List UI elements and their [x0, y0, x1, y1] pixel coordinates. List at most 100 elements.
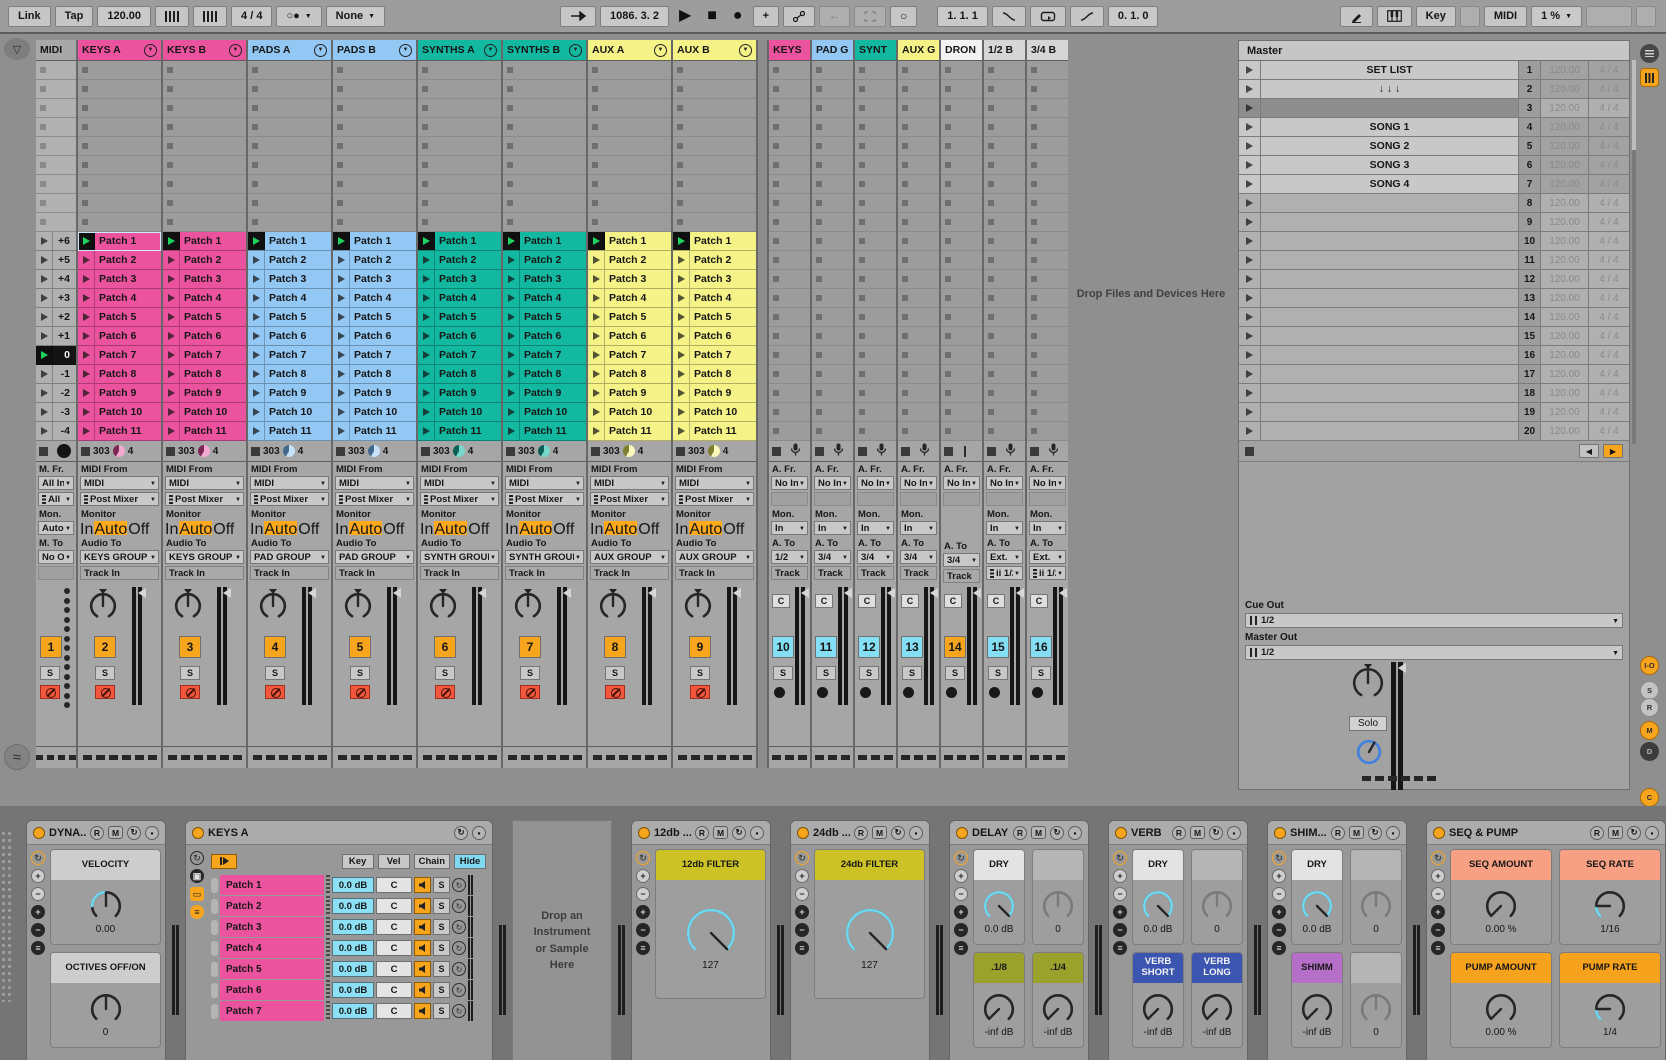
chain-solo-button[interactable]: S: [433, 898, 450, 914]
chain-row[interactable]: Patch 50.0 dBCS↻: [211, 959, 486, 979]
hot-swap-icon[interactable]: ↻: [452, 941, 466, 955]
routing-select[interactable]: AUX GROUP▼: [675, 550, 754, 564]
rack-key-button[interactable]: Key: [342, 854, 374, 869]
track-number[interactable]: 12: [858, 636, 880, 658]
scene-launch-button[interactable]: [1239, 327, 1261, 345]
chain-row[interactable]: Patch 70.0 dBCS↻: [211, 1001, 486, 1021]
monitor-option-in[interactable]: In: [420, 521, 433, 535]
empty-clip-slot[interactable]: [812, 365, 853, 384]
routing-select[interactable]: MIDI▼: [250, 476, 329, 490]
solo-button[interactable]: S: [773, 666, 793, 680]
peak-indicator-icon[interactable]: [223, 588, 231, 598]
clip-launch-button[interactable]: [36, 365, 53, 383]
routing-select[interactable]: In▼: [1029, 521, 1066, 535]
empty-clip-slot[interactable]: [855, 61, 896, 80]
peak-indicator-icon[interactable]: [1059, 588, 1067, 598]
clip-launch-button[interactable]: [36, 327, 53, 345]
solo-button[interactable]: Solo: [1349, 716, 1387, 731]
routing-select[interactable]: Ext.▼: [986, 550, 1023, 564]
clip-slot[interactable]: Patch 8: [418, 365, 501, 384]
scene-name[interactable]: [1261, 194, 1519, 212]
device-on-icon[interactable]: [797, 827, 809, 839]
empty-clip-slot[interactable]: [941, 156, 982, 175]
empty-clip-slot[interactable]: [248, 156, 331, 175]
empty-clip-slot[interactable]: [78, 175, 161, 194]
routing-destination[interactable]: Track In: [420, 566, 499, 580]
empty-clip-slot[interactable]: [333, 175, 416, 194]
mixer-toggle-icon[interactable]: [1640, 68, 1659, 87]
macro-knob[interactable]: [685, 907, 737, 959]
expand-macros-icon[interactable]: +: [1113, 869, 1127, 883]
track-number[interactable]: 7: [519, 636, 541, 658]
arm-button[interactable]: [40, 685, 60, 699]
clip-slot[interactable]: Patch 10: [503, 403, 586, 422]
empty-clip-slot[interactable]: [898, 232, 939, 251]
empty-clip-slot[interactable]: [769, 118, 810, 137]
empty-clip-slot[interactable]: [673, 61, 756, 80]
clip-slot[interactable]: Patch 11: [248, 422, 331, 441]
clip-slot[interactable]: Patch 7: [503, 346, 586, 365]
empty-clip-slot[interactable]: [36, 156, 76, 175]
clip-slot[interactable]: Patch 2: [588, 251, 671, 270]
empty-clip-slot[interactable]: [812, 118, 853, 137]
device-on-icon[interactable]: [638, 827, 650, 839]
chain-pan[interactable]: C: [376, 877, 412, 893]
clip-launch-button[interactable]: [36, 422, 53, 440]
clip-launch-button[interactable]: [248, 327, 265, 345]
cue-out-select[interactable]: 1/2▼: [1245, 613, 1623, 628]
device-r-button[interactable]: R: [1172, 826, 1186, 840]
scene-scrollbar[interactable]: [1632, 60, 1636, 444]
empty-clip-slot[interactable]: [984, 61, 1025, 80]
stop-clip-button[interactable]: [421, 447, 430, 456]
routing-destination[interactable]: Track: [814, 566, 851, 580]
track-number[interactable]: 5: [349, 636, 371, 658]
device-on-icon[interactable]: [956, 827, 968, 839]
clip-launch-button[interactable]: [333, 308, 350, 326]
chain-activator[interactable]: [414, 940, 431, 956]
record-button[interactable]: [898, 685, 918, 699]
clip-slot[interactable]: Patch 2: [418, 251, 501, 270]
clip-slot[interactable]: Patch 9: [588, 384, 671, 403]
empty-clip-slot[interactable]: [588, 175, 671, 194]
empty-clip-slot[interactable]: [1027, 403, 1068, 422]
macro-add-icon[interactable]: +: [954, 905, 968, 919]
clip-launch-button[interactable]: [333, 384, 350, 402]
sync-icon[interactable]: ↻: [732, 826, 746, 840]
expand-macros-icon[interactable]: +: [795, 869, 809, 883]
empty-clip-slot[interactable]: [984, 251, 1025, 270]
empty-clip-slot[interactable]: [36, 99, 76, 118]
clip-slot[interactable]: Patch 3: [163, 270, 246, 289]
crossfade-assign-row[interactable]: [248, 747, 331, 768]
device-header[interactable]: VERBRM↻▪: [1109, 821, 1247, 845]
clip-launch-button[interactable]: [503, 384, 520, 402]
clip-slot[interactable]: +6: [36, 232, 76, 251]
empty-clip-slot[interactable]: [248, 99, 331, 118]
routing-select[interactable]: Ext.▼: [1029, 550, 1066, 564]
re-enable-automation-button[interactable]: ←: [819, 6, 850, 27]
clip-slot[interactable]: Patch 5: [78, 308, 161, 327]
solo-button[interactable]: S: [180, 666, 200, 680]
hot-swap-icon[interactable]: ↻: [795, 851, 809, 865]
chain-pan[interactable]: C: [376, 898, 412, 914]
clip-launch-button[interactable]: [163, 403, 180, 421]
peak-indicator-icon[interactable]: [844, 588, 852, 598]
crossfade-assign-row[interactable]: [163, 747, 246, 768]
clip-launch-button[interactable]: [588, 327, 605, 345]
empty-clip-slot[interactable]: [984, 289, 1025, 308]
track-header[interactable]: KEYS B▼: [163, 40, 246, 61]
empty-clip-slot[interactable]: [1027, 308, 1068, 327]
peak-indicator-icon[interactable]: [1398, 663, 1406, 673]
empty-clip-slot[interactable]: [769, 403, 810, 422]
routing-select[interactable]: No Inp▼: [900, 476, 937, 490]
chain-name[interactable]: Patch 5: [220, 959, 324, 979]
routing-destination[interactable]: Track: [857, 566, 894, 580]
empty-clip-slot[interactable]: [1027, 118, 1068, 137]
chain-pan[interactable]: C: [376, 982, 412, 998]
record-button[interactable]: [984, 685, 1004, 699]
routing-select[interactable]: Auto▼: [38, 521, 74, 535]
stop-clip-button[interactable]: [251, 447, 260, 456]
chain-activator[interactable]: [414, 919, 431, 935]
empty-clip-slot[interactable]: [855, 289, 896, 308]
pan-knob[interactable]: [88, 589, 118, 621]
empty-clip-slot[interactable]: [855, 384, 896, 403]
